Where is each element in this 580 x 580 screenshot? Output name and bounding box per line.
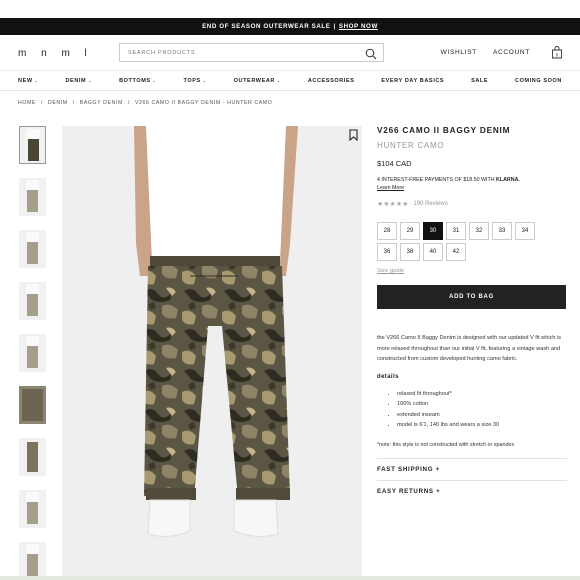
size-option-42[interactable]: 42	[446, 243, 466, 261]
klarna-text: 4 INTEREST-FREE PAYMENTS OF $18.50 WITH	[377, 177, 495, 183]
breadcrumb-item[interactable]: DENIM	[48, 100, 68, 106]
star-rating-icon: ★★★★★	[377, 201, 409, 208]
add-to-bag-button[interactable]: ADD TO BAG	[377, 285, 566, 309]
search-input[interactable]	[128, 49, 365, 56]
account-link[interactable]: ACCOUNT	[493, 49, 530, 56]
details-heading: details	[377, 373, 399, 380]
chevron-down-icon: ⌄	[202, 77, 207, 83]
thumbnail-7[interactable]	[19, 438, 46, 476]
nav-item-label: OUTERWEAR	[233, 77, 275, 84]
brand-logo[interactable]: m n m l	[18, 48, 93, 59]
nav-item-label: EVERY DAY BASICS	[381, 77, 445, 84]
breadcrumb: HOME / DENIM / BAGGY DENIM / V266 CAMO II BAGG…	[0, 91, 580, 115]
thumbnail-6[interactable]	[19, 386, 46, 424]
details-item: model is 6'1, 140 lbs and wears a size 3…	[397, 420, 567, 431]
rating[interactable]: ★★★★★ 190 Reviews	[377, 200, 567, 208]
promo-separator: |	[333, 23, 336, 30]
nav-item-label: ACCESSORIES	[307, 77, 355, 84]
size-option-40[interactable]: 40	[423, 243, 443, 261]
bookmark-icon[interactable]	[349, 128, 358, 142]
nav-item-denim[interactable]: DENIM ⌄	[65, 78, 92, 84]
thumbnail-5[interactable]	[19, 334, 46, 372]
nav-item-new[interactable]: NEW ⌄	[18, 78, 39, 84]
shop-now-link[interactable]: SHOP NOW	[339, 23, 378, 30]
size-option-33[interactable]: 33	[492, 222, 512, 240]
thumbnail-4[interactable]	[19, 282, 46, 320]
footer-strip	[0, 576, 580, 580]
nav-item-outerwear[interactable]: OUTERWEAR ⌄	[234, 78, 281, 84]
nav-item-tops[interactable]: TOPS ⌄	[184, 78, 207, 84]
site-header: m n m l WISHLIST ACCOUNT 0	[0, 35, 580, 71]
details-item: extended inseam	[397, 410, 567, 421]
thumbnail-1[interactable]	[19, 126, 46, 164]
breadcrumb-item: V266 CAMO II BAGGY DENIM - HUNTER CAMO	[134, 100, 273, 106]
search-icon[interactable]	[365, 47, 377, 59]
breadcrumb-separator: /	[127, 100, 130, 106]
product-color: HUNTER CAMO	[377, 141, 445, 150]
klarna-brand: KLARNA.	[496, 177, 520, 183]
promo-banner: END OF SEASON OUTERWEAR SALE | SHOP NOW	[0, 18, 580, 35]
product-price: $104 CAD	[377, 159, 412, 168]
size-option-31[interactable]: 31	[446, 222, 466, 240]
easy-returns-accordion[interactable]: EASY RETURNS +	[377, 479, 567, 502]
details-item: 100% cotton	[397, 399, 567, 410]
breadcrumb-separator: /	[72, 100, 75, 106]
chevron-down-icon: ⌄	[152, 77, 157, 83]
size-option-28[interactable]: 28	[377, 222, 397, 240]
nav-item-every-day-basics[interactable]: EVERY DAY BASICS	[381, 78, 444, 84]
size-option-30[interactable]: 30	[423, 222, 443, 240]
thumbnail-9[interactable]	[19, 542, 46, 580]
chevron-down-icon: ⌄	[277, 77, 281, 83]
review-count[interactable]: 190 Reviews	[413, 201, 447, 207]
search-bar	[119, 43, 384, 62]
thumbnail-gallery	[19, 126, 46, 580]
style-note: *note: this style is not constructed wit…	[377, 441, 515, 448]
nav-item-label: NEW	[18, 77, 33, 84]
size-guide-link[interactable]: Size guide	[377, 268, 567, 274]
nav-item-label: TOPS	[183, 77, 201, 84]
chevron-down-icon: ⌄	[88, 77, 93, 83]
thumbnail-2[interactable]	[19, 178, 46, 216]
size-option-32[interactable]: 32	[469, 222, 489, 240]
size-option-36[interactable]: 36	[377, 243, 397, 261]
product-description: the V266 Camo II Baggy Denim is designed…	[377, 335, 562, 362]
breadcrumb-separator: /	[40, 100, 44, 106]
details-item: relaxed fit throughout*	[397, 389, 567, 400]
header-links: WISHLIST ACCOUNT	[441, 49, 530, 56]
nav-item-label: BOTTOMS	[119, 77, 151, 84]
promo-text: END OF SEASON OUTERWEAR SALE	[202, 23, 331, 30]
thumbnail-8[interactable]	[19, 490, 46, 528]
chevron-down-icon: ⌄	[34, 77, 39, 83]
breadcrumb-item[interactable]: HOME	[18, 100, 36, 106]
nav-item-coming-soon[interactable]: COMING SOON	[515, 78, 562, 84]
breadcrumb-item[interactable]: BAGGY DENIM	[80, 100, 123, 106]
product-title: V266 CAMO II BAGGY DENIM	[377, 126, 511, 135]
size-option-34[interactable]: 34	[515, 222, 535, 240]
wishlist-link[interactable]: WISHLIST	[441, 49, 477, 56]
thumbnail-3[interactable]	[19, 230, 46, 268]
shopping-bag-icon[interactable]: 0	[551, 46, 563, 59]
product-info: V266 CAMO II BAGGY DENIM HUNTER CAMO $10…	[377, 126, 567, 502]
nav-item-accessories[interactable]: ACCESSORIES	[308, 78, 355, 84]
size-selector: 28 29 30 31 32 33 34 36 38 40 42	[377, 222, 567, 261]
main-nav: NEW ⌄ DENIM ⌄ BOTTOMS ⌄ TOPS ⌄ OUTERWEAR ⌄ ACCESSO…	[0, 71, 580, 91]
learn-more-link[interactable]: Learn More	[377, 185, 404, 191]
bag-count: 0	[556, 53, 559, 58]
fast-shipping-accordion[interactable]: FAST SHIPPING +	[377, 457, 567, 480]
top-spacer	[0, 0, 580, 18]
nav-item-label: DENIM	[65, 77, 87, 84]
size-option-38[interactable]: 38	[400, 243, 420, 261]
nav-item-bottoms[interactable]: BOTTOMS ⌄	[119, 78, 157, 84]
details-list: relaxed fit throughout*100% cottonextend…	[377, 389, 567, 431]
product-image	[62, 126, 362, 576]
nav-item-label: COMING SOON	[515, 77, 562, 84]
nav-item-sale[interactable]: SALE	[471, 78, 488, 84]
size-option-29[interactable]: 29	[400, 222, 420, 240]
nav-item-label: SALE	[471, 77, 489, 84]
klarna-info: 4 INTEREST-FREE PAYMENTS OF $18.50 WITH …	[377, 176, 567, 192]
